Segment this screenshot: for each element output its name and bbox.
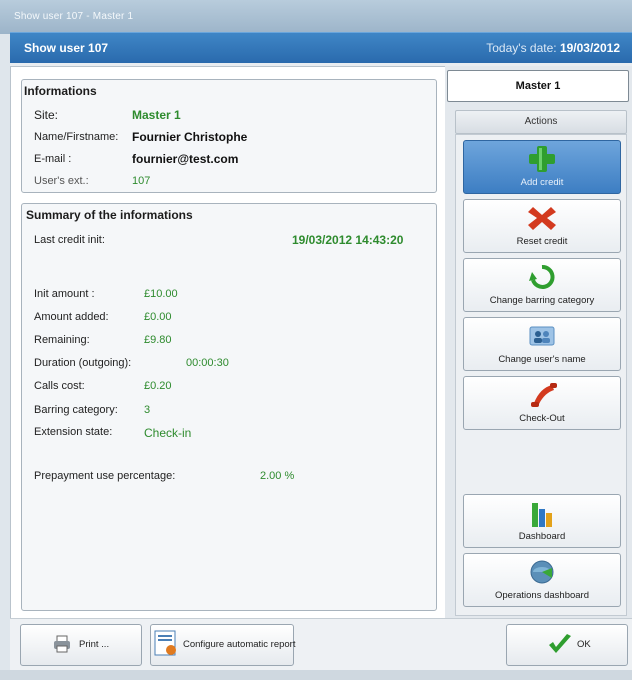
page-title: Show user 107	[24, 41, 109, 55]
amount-added-label: Amount added:	[34, 311, 109, 323]
ext-label: User's ext.:	[34, 175, 89, 187]
change-name-button[interactable]: Change user's name	[463, 317, 621, 371]
actions-title: Actions	[524, 116, 558, 127]
users-icon	[529, 326, 555, 346]
email-value: fournier@test.com	[132, 152, 239, 166]
refresh-icon	[529, 265, 555, 289]
today-date-value: 19/03/2012	[559, 41, 620, 55]
printer-icon	[54, 635, 70, 653]
cross-icon	[528, 207, 556, 230]
plus-icon	[529, 146, 555, 172]
actions-header: Actions	[455, 110, 627, 134]
add-credit-button[interactable]: Add credit	[463, 140, 621, 194]
today-date: Today's date: 19/03/2012	[486, 41, 620, 55]
configure-report-label: Configure automatic report	[183, 639, 296, 650]
checkmark-icon	[549, 634, 571, 653]
barring-label: Barring category:	[34, 404, 118, 416]
ok-button[interactable]: OK	[506, 624, 628, 666]
extension-label: Extension state:	[34, 426, 113, 438]
actions-column: Master 1 Actions Add credit Reset credit…	[445, 66, 632, 618]
checkout-button[interactable]: Check-Out	[463, 376, 621, 430]
today-date-label: Today's date:	[486, 41, 557, 55]
email-label: E-mail :	[34, 153, 72, 165]
operations-dashboard-button[interactable]: Operations dashboard	[463, 553, 621, 607]
bottom-strip	[0, 670, 632, 680]
site-label: Site:	[34, 108, 59, 122]
remaining-label: Remaining:	[34, 334, 90, 346]
window-title: Show user 107 - Master 1	[14, 11, 134, 22]
site-name-box: Master 1	[447, 70, 629, 102]
checkout-label: Check-Out	[519, 413, 565, 424]
summary-panel: Summary of the informations Last credit …	[21, 203, 437, 611]
configure-report-button[interactable]: Configure automatic report	[150, 624, 296, 666]
actions-area: Add credit Reset credit Change barring c…	[455, 134, 627, 616]
ext-value: 107	[132, 175, 151, 187]
change-name-label: Change user's name	[498, 354, 586, 365]
site-value: Master 1	[132, 108, 181, 122]
footer-bar: Print ... Configure automatic report OK	[10, 618, 632, 671]
change-barring-button[interactable]: Change barring category	[463, 258, 621, 312]
report-icon	[154, 630, 176, 656]
last-credit-label: Last credit init:	[34, 234, 105, 246]
print-label: Print ...	[79, 639, 110, 650]
name-label: Name/Firstname:	[34, 131, 119, 143]
prepayment-label: Prepayment use percentage:	[34, 470, 176, 482]
bar-chart-icon	[532, 503, 552, 527]
window-titlebar: Show user 107 - Master 1	[0, 0, 632, 34]
phone-icon	[531, 383, 557, 407]
page-header: Show user 107 Today's date: 19/03/2012	[10, 32, 632, 63]
init-amount-value: £10.00	[144, 288, 178, 300]
reset-credit-button[interactable]: Reset credit	[463, 199, 621, 253]
globe-icon	[530, 560, 554, 584]
operations-dashboard-label: Operations dashboard	[494, 590, 589, 601]
extension-value: Check-in	[144, 426, 192, 440]
prepayment-value: 2.00 %	[260, 470, 295, 482]
calls-cost-label: Calls cost:	[34, 380, 85, 392]
print-button[interactable]: Print ...	[20, 624, 142, 666]
duration-label: Duration (outgoing):	[34, 357, 132, 369]
remaining-value: £9.80	[144, 334, 172, 346]
add-credit-label: Add credit	[520, 177, 564, 188]
dashboard-label: Dashboard	[518, 531, 566, 542]
calls-cost-value: £0.20	[144, 380, 172, 392]
last-credit-value: 19/03/2012 14:43:20	[292, 233, 404, 247]
barring-value: 3	[144, 404, 151, 416]
reset-credit-label: Reset credit	[516, 236, 568, 247]
change-barring-label: Change barring category	[489, 295, 595, 306]
amount-added-value: £0.00	[144, 311, 172, 323]
name-value: Fournier Christophe	[132, 130, 248, 144]
dashboard-button[interactable]: Dashboard	[463, 494, 621, 548]
informations-title: Informations	[24, 84, 97, 98]
main-content: Informations Site: Master 1 Name/Firstna…	[10, 66, 446, 620]
site-name: Master 1	[515, 80, 561, 92]
summary-title: Summary of the informations	[26, 208, 193, 222]
duration-value: 00:00:30	[186, 357, 229, 369]
window-left-edge	[0, 34, 10, 670]
ok-label: OK	[577, 639, 591, 650]
informations-panel: Informations Site: Master 1 Name/Firstna…	[21, 79, 437, 193]
init-amount-label: Init amount :	[34, 288, 95, 300]
